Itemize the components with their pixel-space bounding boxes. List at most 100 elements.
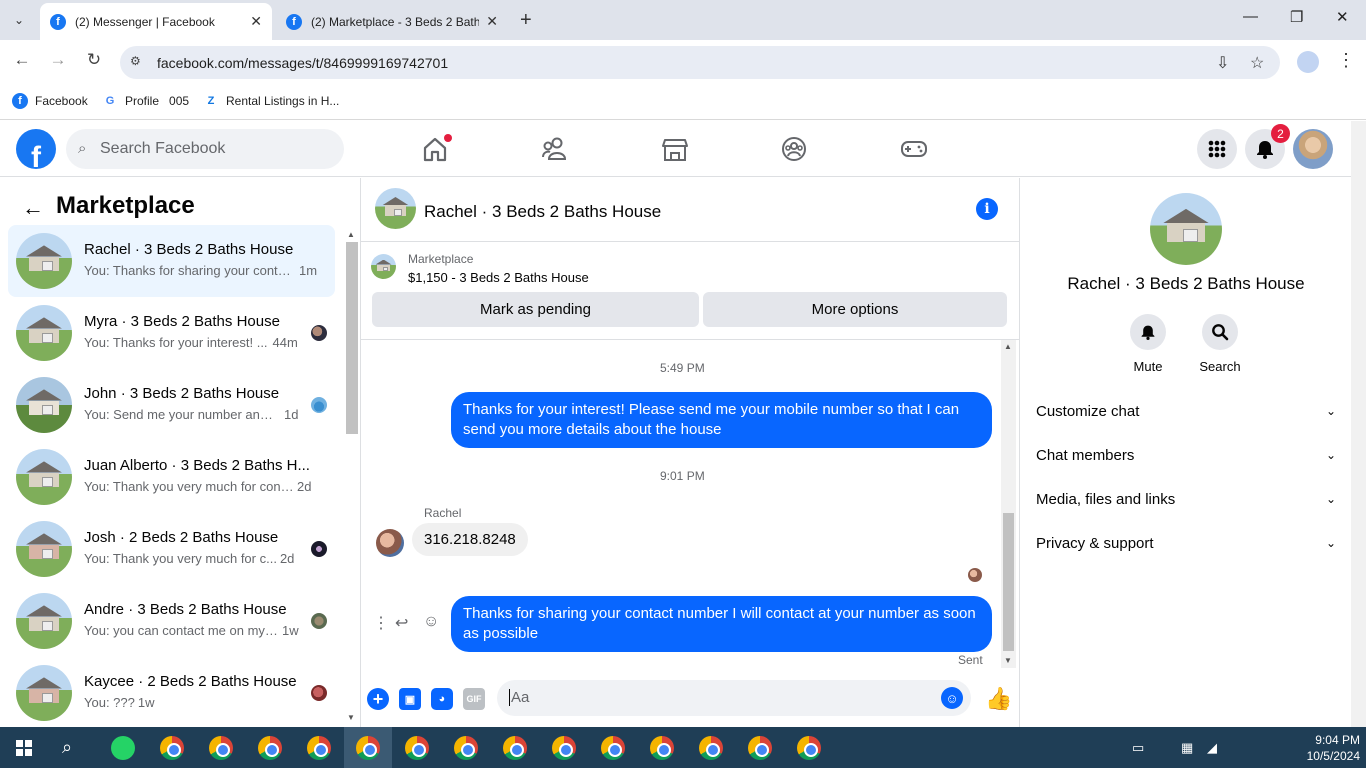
read-receipt-avatar <box>311 685 327 701</box>
marketplace-icon[interactable] <box>660 135 690 163</box>
search-conversation-button[interactable]: Search <box>1190 314 1250 374</box>
scrollbar-thumb[interactable] <box>346 242 358 434</box>
chrome-icon[interactable] <box>552 736 576 760</box>
scroll-down-arrow-icon[interactable]: ▼ <box>1004 656 1012 665</box>
browser-profile-icon[interactable] <box>1297 51 1319 73</box>
chat-title[interactable]: Rachel · 3 Beds 2 Baths House <box>424 202 661 222</box>
chrome-icon[interactable] <box>160 736 184 760</box>
chrome-icon[interactable] <box>307 736 331 760</box>
chrome-icon[interactable] <box>650 736 674 760</box>
bookmark-facebook[interactable]: f Facebook <box>12 93 88 109</box>
conversation-item[interactable]: John · 3 Beds 2 Baths House You: Send me… <box>8 369 335 441</box>
conversation-item[interactable]: Andre · 3 Beds 2 Baths House You: you ca… <box>8 585 335 657</box>
chrome-icon[interactable] <box>356 736 380 760</box>
reload-icon[interactable]: ↻ <box>82 50 106 70</box>
groups-icon[interactable] <box>779 135 809 163</box>
conversation-item[interactable]: Rachel · 3 Beds 2 Baths House You: Thank… <box>8 225 335 297</box>
info-icon[interactable]: i <box>976 198 998 220</box>
more-options-button[interactable]: More options <box>703 292 1007 327</box>
browser-menu-icon[interactable]: ⋮ <box>1337 50 1355 71</box>
read-receipt-avatar <box>311 397 327 413</box>
scroll-up-arrow-icon[interactable]: ▲ <box>1004 342 1012 351</box>
chrome-icon[interactable] <box>699 736 723 760</box>
chat-avatar-large[interactable] <box>1150 193 1222 265</box>
message-scrollbar[interactable]: ▲ ▼ <box>1001 340 1016 668</box>
chat-avatar[interactable] <box>375 188 416 229</box>
address-bar[interactable]: ⚙ facebook.com/messages/t/84699991697427… <box>120 46 1280 79</box>
chrome-icon[interactable] <box>454 736 478 760</box>
sticker-icon[interactable]: ◕ <box>431 688 453 710</box>
chrome-icon[interactable] <box>503 736 527 760</box>
bookmark-rental-listings[interactable]: Z Rental Listings in H... <box>203 93 339 109</box>
media-files-links-section[interactable]: Media, files and links ⌄ <box>1036 477 1336 521</box>
minimize-icon[interactable]: — <box>1243 8 1258 25</box>
sender-avatar[interactable] <box>376 529 404 557</box>
friends-icon[interactable] <box>540 135 570 163</box>
incoming-message[interactable]: 316.218.8248 <box>412 523 528 556</box>
back-arrow-icon[interactable]: ← <box>10 50 34 70</box>
emoji-icon[interactable]: ☺ <box>941 687 963 709</box>
outgoing-message[interactable]: Thanks for sharing your contact number I… <box>451 596 992 652</box>
keyboard-icon[interactable]: ▦ <box>1181 740 1193 756</box>
bookmark-star-icon[interactable]: ☆ <box>1250 53 1264 73</box>
page-scrollbar[interactable] <box>1351 121 1366 727</box>
attach-photo-icon[interactable]: ▣ <box>399 688 421 710</box>
account-avatar[interactable] <box>1293 129 1333 169</box>
whatsapp-icon[interactable] <box>111 736 135 760</box>
reply-icon[interactable]: ↩ <box>395 613 408 633</box>
close-tab-icon[interactable]: ✕ <box>250 13 262 30</box>
more-actions-icon[interactable]: ⋮ <box>373 613 389 633</box>
add-more-icon[interactable]: + <box>367 688 389 710</box>
scroll-down-arrow-icon[interactable]: ▼ <box>347 713 355 722</box>
back-arrow-icon[interactable]: ← <box>22 195 44 221</box>
facebook-search-input[interactable]: ⌕ Search Facebook <box>66 129 344 169</box>
restore-icon[interactable]: ❐ <box>1290 8 1303 26</box>
gaming-icon[interactable] <box>899 135 929 163</box>
chat-members-section[interactable]: Chat members ⌄ <box>1036 433 1336 477</box>
chat-list-scrollbar[interactable]: ▲ ▼ <box>344 228 358 725</box>
listing-thumbnail[interactable] <box>371 254 396 279</box>
url-text[interactable]: facebook.com/messages/t/8469999169742701 <box>157 55 448 71</box>
privacy-support-section[interactable]: Privacy & support ⌄ <box>1036 521 1336 565</box>
new-tab-button[interactable]: + <box>520 8 532 32</box>
wifi-icon[interactable]: ◢ <box>1207 740 1217 756</box>
tab-messenger[interactable]: f (2) Messenger | Facebook ✕ <box>40 3 272 40</box>
close-window-icon[interactable]: ✕ <box>1336 8 1349 26</box>
chrome-icon[interactable] <box>748 736 772 760</box>
menu-grid-icon[interactable] <box>1197 129 1237 169</box>
conversation-preview: You: Thank you very much for cont... 2d <box>84 479 311 494</box>
windows-start-icon[interactable] <box>16 740 32 756</box>
search-label: Search <box>1199 359 1241 374</box>
conversation-item[interactable]: Myra · 3 Beds 2 Baths House You: Thanks … <box>8 297 335 369</box>
site-info-icon[interactable]: ⚙ <box>130 54 146 70</box>
conversation-item[interactable]: Kaycee · 2 Beds 2 Baths House You: ??? 1… <box>8 657 335 727</box>
customize-chat-section[interactable]: Customize chat ⌄ <box>1036 389 1336 433</box>
taskbar-clock[interactable]: 9:04 PM 10/5/2024 <box>1290 732 1360 764</box>
scroll-up-arrow-icon[interactable]: ▲ <box>347 230 355 239</box>
mark-as-pending-button[interactable]: Mark as pending <box>372 292 699 327</box>
mute-button[interactable]: Mute <box>1118 314 1178 374</box>
scrollbar-thumb[interactable] <box>1003 513 1014 651</box>
network-icon[interactable]: ▭ <box>1132 740 1144 756</box>
message-input[interactable]: Aa ☺ <box>497 680 971 716</box>
close-tab-icon[interactable]: ✕ <box>486 13 498 30</box>
taskbar-search-icon[interactable]: ⌕ <box>62 737 72 758</box>
listing-title[interactable]: $1,150 - 3 Beds 2 Baths House <box>408 270 589 285</box>
chrome-icon[interactable] <box>209 736 233 760</box>
forward-arrow-icon[interactable]: → <box>46 50 70 70</box>
facebook-logo-icon[interactable]: f <box>16 129 56 169</box>
tab-marketplace[interactable]: f (2) Marketplace - 3 Beds 2 Bath ✕ <box>276 3 508 40</box>
chrome-icon[interactable] <box>797 736 821 760</box>
react-smiley-icon[interactable]: ☺ <box>423 613 439 631</box>
gif-icon[interactable]: GIF <box>463 688 485 710</box>
conversation-item[interactable]: Josh · 2 Beds 2 Baths House You: Thank y… <box>8 513 335 585</box>
chrome-icon[interactable] <box>258 736 282 760</box>
chrome-icon[interactable] <box>405 736 429 760</box>
chrome-icon[interactable] <box>601 736 625 760</box>
conversation-item[interactable]: Juan Alberto · 3 Beds 2 Baths H... You: … <box>8 441 335 513</box>
outgoing-message[interactable]: Thanks for your interest! Please send me… <box>451 392 992 448</box>
install-app-icon[interactable]: ⇩ <box>1216 53 1229 73</box>
bookmark-profile[interactable]: G Profile 005 <box>102 93 189 109</box>
tab-search-button[interactable]: ⌄ <box>6 8 32 32</box>
thumbs-up-like-icon[interactable]: 👍 <box>985 686 1012 712</box>
